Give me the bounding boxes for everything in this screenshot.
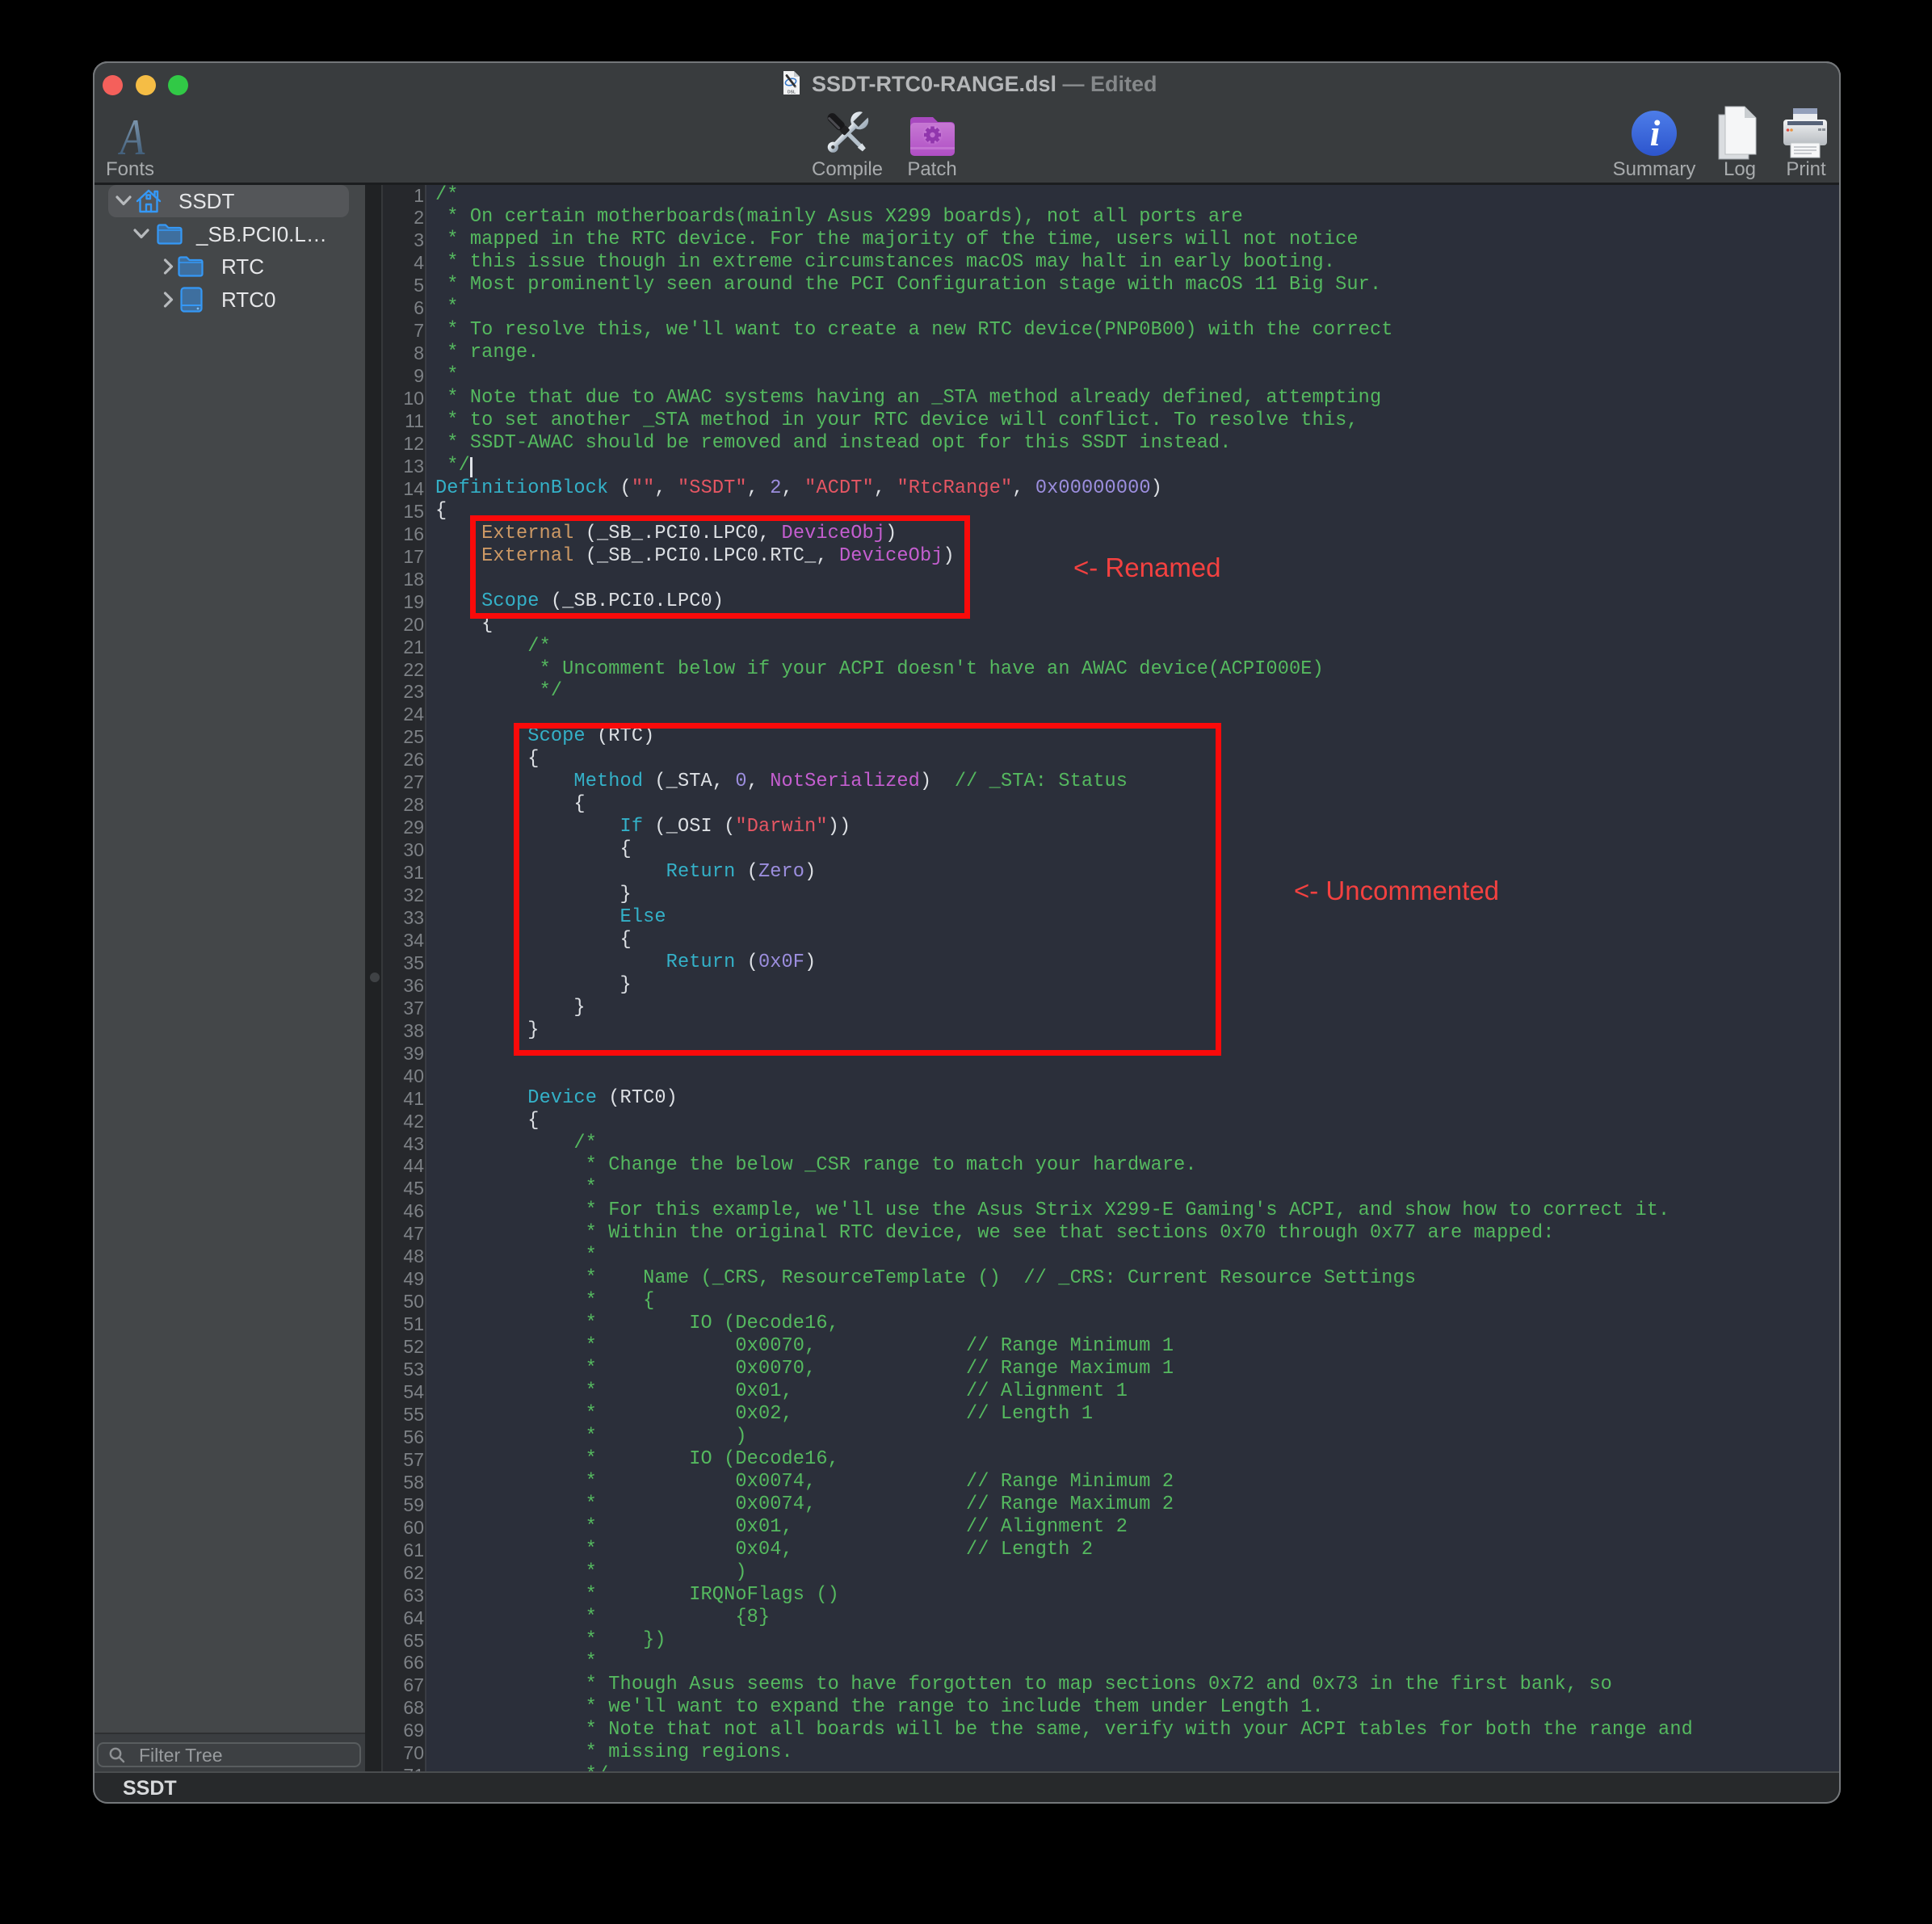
svg-text:DSL: DSL bbox=[788, 90, 796, 95]
svg-text:A: A bbox=[117, 115, 145, 158]
svg-text:i: i bbox=[1650, 112, 1661, 153]
